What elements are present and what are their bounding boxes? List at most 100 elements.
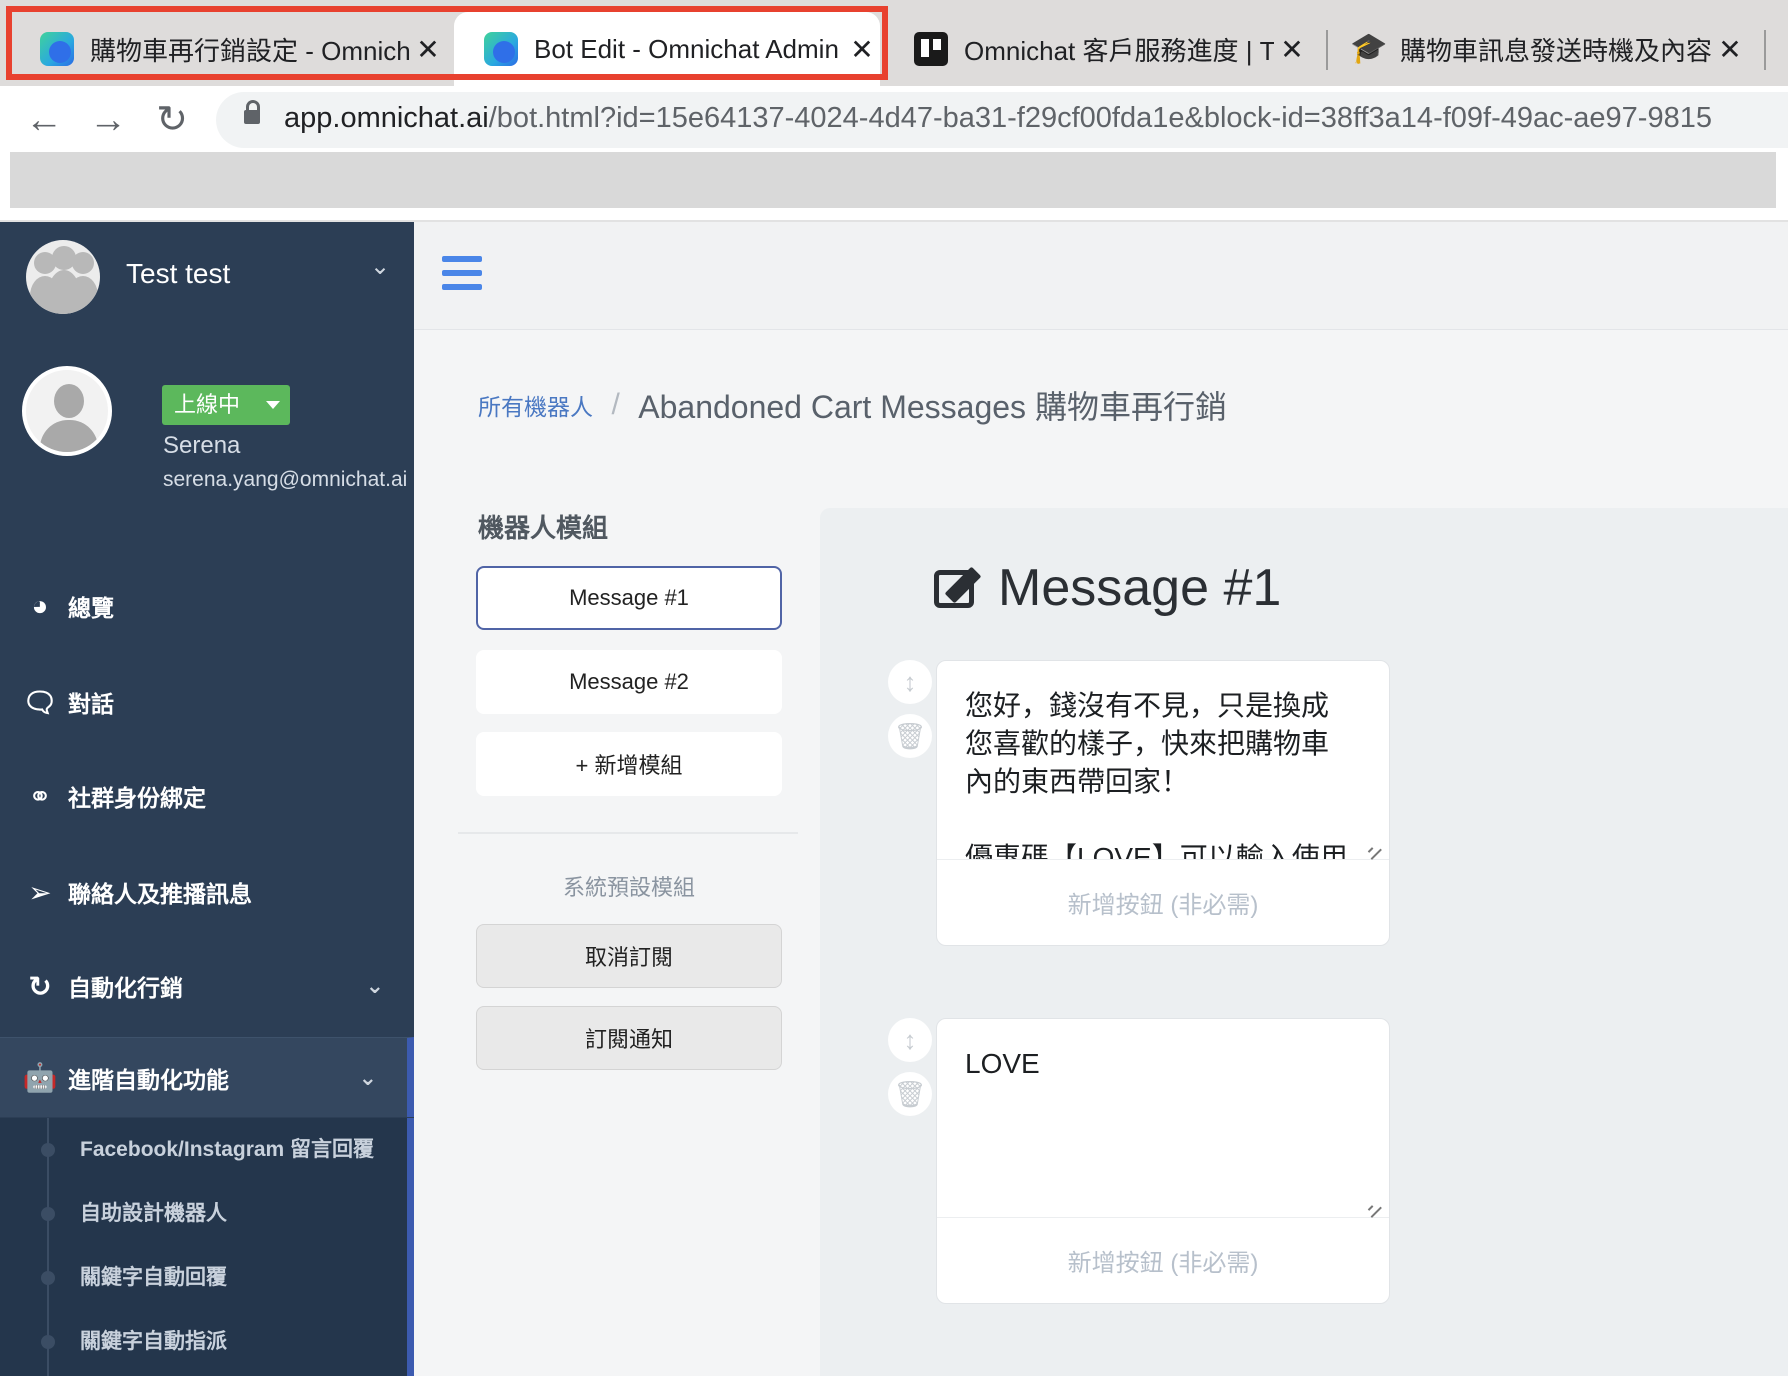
trello-icon xyxy=(914,32,948,66)
trash-icon[interactable]: 🗑 xyxy=(888,1072,932,1116)
browser-tab[interactable]: 購物車再行銷設定 - Omnicha ✕ xyxy=(10,12,446,86)
sidebar-item-label: 社群身份綁定 xyxy=(68,785,206,811)
module-message-2-button[interactable]: Message #2 xyxy=(476,650,782,714)
group-avatar xyxy=(26,240,100,314)
text-message-card: 您好，錢沒有不見，只是換成 您喜歡的樣子，快來把購物車 內的東西帶回家！ 優惠碼… xyxy=(936,660,1390,946)
url-text[interactable]: app.omnichat.ai/bot.html?id=15e64137-402… xyxy=(284,102,1712,135)
caret-down-icon xyxy=(266,401,280,409)
edit-icon[interactable] xyxy=(934,564,986,612)
omnichat-logo-icon xyxy=(40,32,74,66)
tab-title: Omnichat 客戶服務進度 | Tre xyxy=(964,35,1274,66)
editor-header: Message #1 xyxy=(934,558,1281,618)
link-icon: ⚭ xyxy=(28,780,52,812)
reload-icon[interactable]: ↻ xyxy=(146,94,198,146)
module-editor-panel: Message #1 ↕ 🗑 您好，錢沒有不見，只是換成 您喜歡的樣子，快來把購… xyxy=(820,508,1788,1376)
graduation-cap-icon: 🎓 xyxy=(1350,32,1388,65)
message-tools: ↕ 🗑 xyxy=(888,1018,932,1126)
submenu-item-keyword-reply[interactable]: 關鍵字自動回覆 xyxy=(0,1246,400,1306)
submenu: Facebook/Instagram 留言回覆 自助設計機器人 關鍵字自動回覆 … xyxy=(0,1118,414,1376)
system-modules-heading: 系統預設模組 xyxy=(562,875,695,900)
browser-tab[interactable]: 🎓 購物車訊息發送時機及內容 - ✕ xyxy=(1320,12,1748,86)
sidebar-item-label: 聯絡人及推播訊息 xyxy=(68,881,252,907)
bullet-dot xyxy=(41,1207,55,1221)
bullet-dot xyxy=(41,1271,55,1285)
divider xyxy=(458,832,798,834)
top-bar xyxy=(414,222,1788,330)
drag-handle-icon[interactable]: ↕ xyxy=(888,1018,932,1062)
url-host: app.omnichat.ai xyxy=(284,102,489,134)
android-icon: 🤖 xyxy=(22,1062,58,1093)
close-tab-icon[interactable]: ✕ xyxy=(844,33,880,66)
chevron-down-icon: ⌄ xyxy=(365,973,384,998)
omnichat-logo-icon xyxy=(484,32,518,66)
submenu-item-label: Facebook/Instagram 留言回覆 xyxy=(80,1138,375,1161)
browser-tab-bar: 購物車再行銷設定 - Omnicha ✕ Bot Edit - Omnichat… xyxy=(0,0,1788,86)
sidebar-item-social-binding[interactable]: ⚭ 社群身份綁定 xyxy=(0,756,414,836)
lock-icon xyxy=(244,100,260,124)
chevron-down-icon[interactable]: ⌄ xyxy=(370,252,390,281)
tab-title: Bot Edit - Omnichat Admin xyxy=(534,33,839,64)
tab-separator xyxy=(1764,30,1766,70)
close-tab-icon[interactable]: ✕ xyxy=(1712,33,1748,66)
sidebar-item-overview[interactable]: ◕ 總覽 xyxy=(0,566,414,646)
trash-icon[interactable]: 🗑 xyxy=(888,714,932,758)
sidebar: Test test ⌄ 上線中 Serena serena.yang@omnic… xyxy=(0,222,414,1376)
sidebar-item-label: 進階自動化功能 xyxy=(68,1066,229,1093)
breadcrumb: 所有機器人 / Abandoned Cart Messages 購物車再行銷 xyxy=(478,382,1227,428)
status-label: 上線中 xyxy=(174,392,241,417)
address-bar[interactable]: app.omnichat.ai/bot.html?id=15e64137-402… xyxy=(216,92,1788,148)
forward-arrow-icon[interactable]: → xyxy=(82,94,134,146)
submenu-item-label: 自助設計機器人 xyxy=(80,1202,227,1225)
tab-title: 購物車再行銷設定 - Omnicha xyxy=(90,35,410,66)
add-button-link[interactable]: 新增按鈕 (非必需) xyxy=(937,859,1389,945)
close-tab-icon[interactable]: ✕ xyxy=(1274,33,1310,66)
browser-toolbar: ← → ↻ app.omnichat.ai/bot.html?id=15e641… xyxy=(0,86,1788,152)
module-message-1-button[interactable]: Message #1 xyxy=(476,566,782,630)
user-email: serena.yang@omnichat.ai xyxy=(163,468,408,491)
paper-plane-icon: ➢ xyxy=(28,876,52,908)
submenu-item-comment-reply[interactable]: Facebook/Instagram 留言回覆 xyxy=(0,1118,400,1178)
submenu-item-label: 關鍵字自動指派 xyxy=(80,1330,227,1353)
sidebar-item-advanced-automation[interactable]: 🤖 進階自動化功能 ⌄ xyxy=(0,1037,414,1117)
bullet-dot xyxy=(41,1143,55,1157)
sidebar-item-automation-marketing[interactable]: ↻ 自動化行銷 ⌄ xyxy=(0,946,414,1026)
browser-tab[interactable]: Omnichat 客戶服務進度 | Tre ✕ xyxy=(884,12,1310,86)
sidebar-item-label: 總覽 xyxy=(68,595,114,621)
refresh-icon: ↻ xyxy=(28,970,52,1002)
bookmarks-bar xyxy=(10,152,1776,208)
close-tab-icon[interactable]: ✕ xyxy=(410,33,446,66)
text-message-card: LOVE 新增按鈕 (非必需) xyxy=(936,1018,1390,1304)
submenu-item-keyword-assign[interactable]: 關鍵字自動指派 xyxy=(0,1310,400,1370)
add-button-link[interactable]: 新增按鈕 (非必需) xyxy=(937,1217,1389,1303)
add-module-button[interactable]: + 新增模組 xyxy=(476,732,782,796)
sidebar-item-label: 對話 xyxy=(68,691,114,717)
chat-bubbles-icon: 🗨 xyxy=(22,686,58,718)
submenu-item-label: 關鍵字自動回覆 xyxy=(80,1266,227,1289)
hamburger-menu-icon[interactable] xyxy=(442,256,482,290)
message-textarea[interactable]: 您好，錢沒有不見，只是換成 您喜歡的樣子，快來把購物車 內的東西帶回家！ 優惠碼… xyxy=(937,661,1389,859)
drag-handle-icon[interactable]: ↕ xyxy=(888,660,932,704)
tab-title: 購物車訊息發送時機及內容 - xyxy=(1400,35,1712,66)
unsubscribe-module-button[interactable]: 取消訂閱 xyxy=(476,924,782,988)
url-path: /bot.html?id=15e64137-4024-4d47-ba31-f29… xyxy=(488,102,1712,134)
message-tools: ↕ 🗑 xyxy=(888,660,932,768)
breadcrumb-link-all-bots[interactable]: 所有機器人 xyxy=(478,394,593,420)
main-content: 所有機器人 / Abandoned Cart Messages 購物車再行銷 機… xyxy=(414,330,1788,1376)
dashboard-icon: ◕ xyxy=(31,590,49,621)
back-arrow-icon[interactable]: ← xyxy=(18,94,70,146)
browser-tab-active[interactable]: Bot Edit - Omnichat Admin ✕ xyxy=(454,12,880,86)
submenu-item-bot-builder[interactable]: 自助設計機器人 xyxy=(0,1182,400,1242)
status-dropdown[interactable]: 上線中 xyxy=(162,385,290,425)
sidebar-item-conversations[interactable]: 🗨 對話 xyxy=(0,662,414,742)
user-name: Serena xyxy=(163,432,241,459)
sidebar-item-label: 自動化行銷 xyxy=(68,975,183,1001)
page-title: Abandoned Cart Messages 購物車再行銷 xyxy=(638,389,1227,425)
editor-title: Message #1 xyxy=(998,559,1282,617)
subscription-notice-module-button[interactable]: 訂閱通知 xyxy=(476,1006,782,1070)
sidebar-item-contacts-broadcast[interactable]: ➢ 聯絡人及推播訊息 xyxy=(0,852,414,932)
breadcrumb-separator: / xyxy=(611,388,620,421)
chevron-down-icon: ⌄ xyxy=(358,1064,377,1090)
modules-heading: 機器人模組 xyxy=(478,513,609,543)
account-name[interactable]: Test test xyxy=(126,258,230,290)
message-textarea[interactable]: LOVE xyxy=(937,1019,1389,1217)
